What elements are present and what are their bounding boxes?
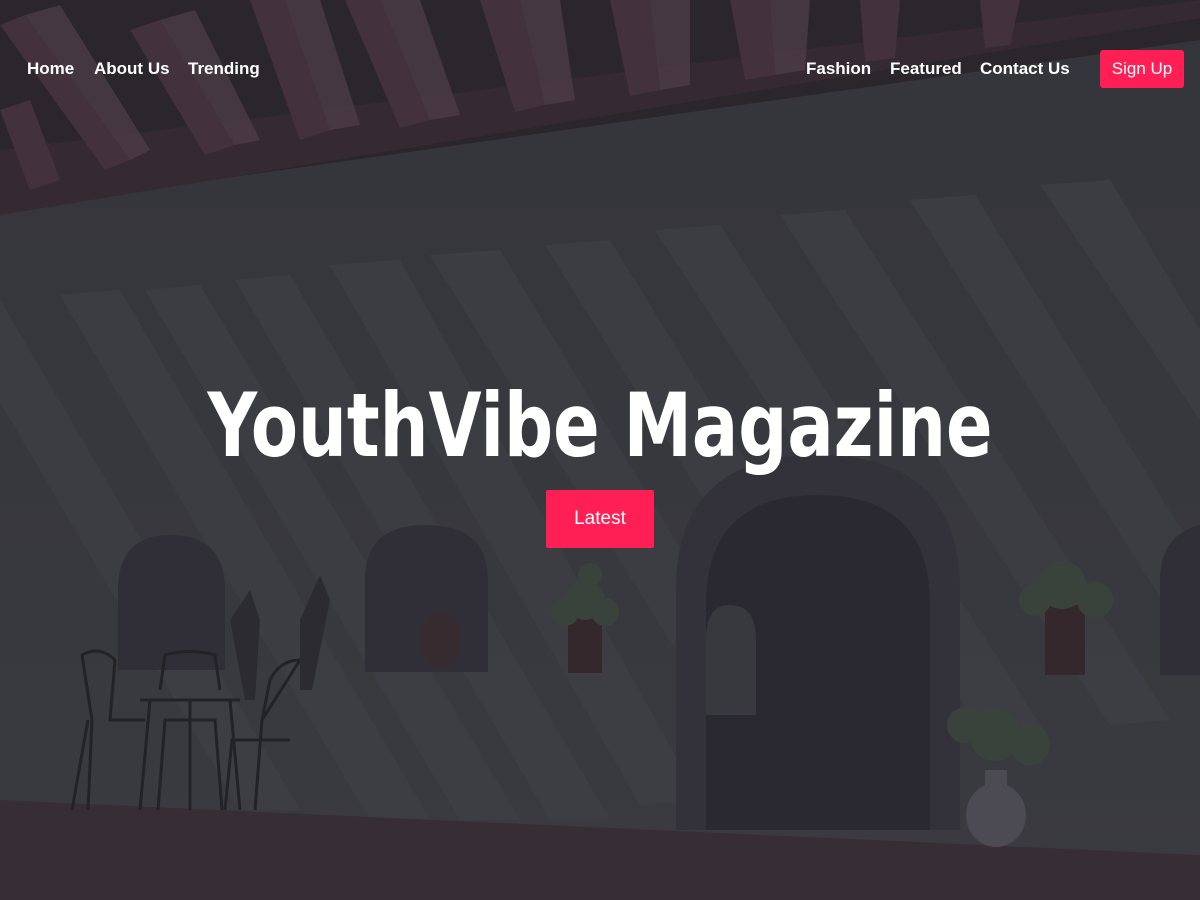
nav-link-fashion[interactable]: Fashion	[806, 59, 871, 79]
nav-link-trending[interactable]: Trending	[188, 59, 260, 79]
nav-link-contact-us[interactable]: Contact Us	[980, 59, 1070, 79]
sign-up-button[interactable]: Sign Up	[1100, 50, 1184, 88]
nav-link-home[interactable]: Home	[27, 59, 74, 79]
hero-section: Home About Us Trending Fashion Featured …	[0, 0, 1200, 900]
hero-title: YouthVibe Magazine	[207, 374, 993, 477]
nav-link-featured[interactable]: Featured	[890, 59, 962, 79]
nav-link-about-us[interactable]: About Us	[94, 59, 170, 79]
top-navigation: Home About Us Trending Fashion Featured …	[0, 0, 1200, 140]
latest-button[interactable]: Latest	[546, 490, 654, 548]
